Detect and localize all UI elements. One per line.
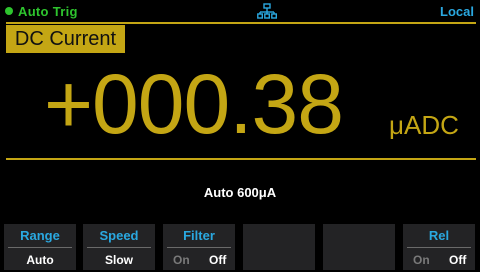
trigger-status-indicator [5, 7, 13, 15]
top-divider [6, 22, 476, 24]
measurement-function-label: DC Current [6, 25, 125, 53]
range-info: Auto 600μA [203, 185, 277, 200]
softkey-range-title: Range [20, 228, 60, 243]
softkey-rel[interactable]: Rel On Off [403, 224, 475, 270]
softkey-divider [8, 247, 72, 248]
reading-unit: μADC [389, 110, 459, 140]
softkey-divider [87, 247, 151, 248]
reading-divider [6, 158, 476, 160]
softkey-range-value: Auto [26, 253, 54, 267]
softkey-divider [167, 247, 231, 248]
softkey-speed[interactable]: Speed Slow [83, 224, 155, 270]
softkey-divider [407, 247, 471, 248]
main-reading-value: +000.38 [44, 57, 344, 151]
softkey-filter-on-option: On [173, 253, 190, 267]
remote-status-label: Local [440, 4, 474, 19]
softkey-filter-off-option: Off [209, 253, 227, 267]
softkey-range[interactable]: Range Auto [4, 224, 76, 270]
softkey-filter-title: Filter [183, 228, 215, 243]
softkey-rel-title: Rel [428, 228, 450, 243]
status-bar: Auto Trig Local [0, 0, 480, 22]
softkey-rel-off-option: Off [449, 253, 467, 267]
softkey-speed-value: Slow [104, 253, 133, 267]
softkey-filter[interactable]: Filter On Off [163, 224, 235, 270]
softkey-speed-title: Speed [99, 228, 139, 243]
softkey-blank-4[interactable] [243, 224, 315, 270]
softkey-rel-on-option: On [413, 253, 430, 267]
softkey-blank-5[interactable] [323, 224, 395, 270]
trigger-mode-label: Auto Trig [18, 4, 78, 19]
